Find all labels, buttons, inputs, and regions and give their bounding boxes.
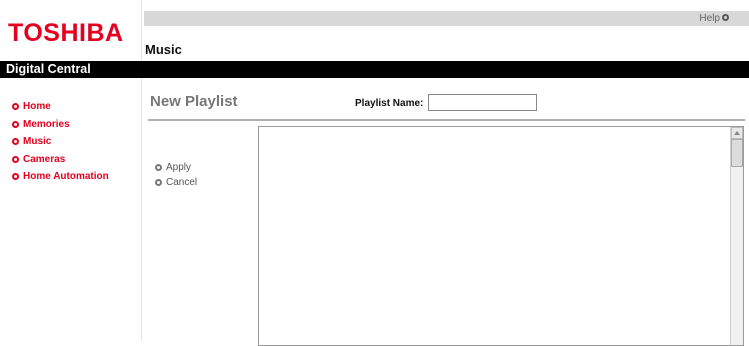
circle-bullet-icon (12, 103, 19, 111)
brand-bar: Digital Central (0, 61, 749, 78)
cancel-button[interactable]: Cancel (155, 175, 197, 190)
sidebar-item-label: Memories (23, 118, 70, 130)
sidebar-item-label: Home (23, 101, 51, 113)
circle-bullet-icon (12, 138, 19, 146)
brand-subtitle: Digital Central (6, 62, 91, 76)
section-title: Music (145, 42, 182, 57)
circle-bullet-icon (12, 155, 19, 163)
toshiba-logo: TOSHIBA (8, 19, 124, 47)
action-list: Apply Cancel (155, 160, 197, 190)
cancel-label: Cancel (166, 177, 198, 188)
help-label: Help (699, 13, 720, 24)
sidebar-item-music[interactable]: Music (12, 133, 109, 151)
circle-bullet-icon (155, 179, 162, 186)
playlist-list-box[interactable] (258, 126, 744, 346)
apply-label: Apply (166, 162, 192, 173)
sidebar-nav: Home Memories Music Cameras Home Automat… (12, 98, 109, 186)
playlist-name-input[interactable] (428, 94, 537, 111)
scroll-thumb[interactable] (731, 139, 743, 167)
sidebar-item-label: Music (23, 136, 52, 148)
scroll-up-arrow-icon[interactable] (731, 127, 743, 139)
page-title: New Playlist (150, 93, 238, 110)
circle-bullet-icon (155, 164, 162, 171)
top-bar: Help (144, 11, 749, 26)
sidebar-item-home-automation[interactable]: Home Automation (12, 168, 109, 186)
vertical-scrollbar[interactable] (730, 127, 743, 345)
sidebar-item-label: Home Automation (23, 171, 109, 183)
circle-bullet-icon (12, 120, 19, 128)
sidebar-item-memories[interactable]: Memories (12, 116, 109, 134)
help-circle-icon (722, 14, 729, 21)
help-link[interactable]: Help (699, 12, 733, 25)
playlist-name-label: Playlist Name: (355, 98, 424, 109)
sidebar-item-cameras[interactable]: Cameras (12, 151, 109, 169)
sidebar-item-home[interactable]: Home (12, 98, 109, 116)
circle-bullet-icon (12, 173, 19, 181)
sidebar-item-label: Cameras (23, 153, 66, 165)
divider (148, 119, 745, 121)
apply-button[interactable]: Apply (155, 160, 197, 175)
